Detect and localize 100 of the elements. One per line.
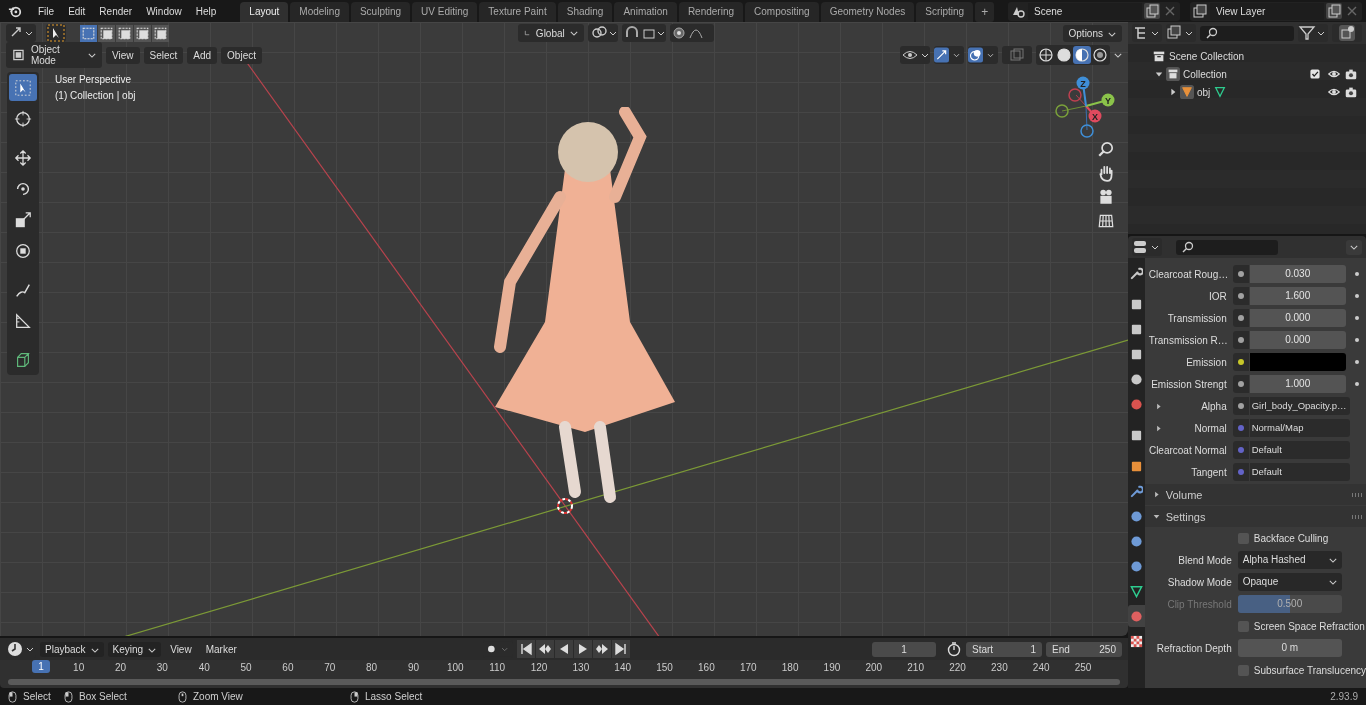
- number-field[interactable]: 0.000: [1249, 331, 1346, 349]
- linked-input-field[interactable]: Girl_body_Opacity.p…: [1249, 397, 1350, 415]
- blender-logo-icon[interactable]: [8, 4, 22, 18]
- negative-axis-handle[interactable]: [1080, 124, 1094, 138]
- checkbox-option[interactable]: Screen Space Refraction: [1237, 620, 1365, 632]
- socket-button[interactable]: [1232, 265, 1249, 283]
- dropdown-field[interactable]: Opaque: [1237, 573, 1342, 591]
- play-reverse-icon[interactable]: [555, 640, 574, 658]
- expand-arrow-icon[interactable]: [1154, 424, 1162, 432]
- expand-arrow-icon[interactable]: [1155, 70, 1163, 78]
- gizmo-toggle-icon[interactable]: [934, 46, 964, 64]
- outliner-search-field[interactable]: [1200, 25, 1294, 41]
- editor-type-icon[interactable]: [1132, 238, 1162, 256]
- stopwatch-icon[interactable]: [946, 641, 962, 657]
- snap-magnet-icon[interactable]: [621, 24, 666, 42]
- viewport-menu[interactable]: Add: [187, 46, 218, 64]
- selection-mode-icon[interactable]: [152, 24, 169, 42]
- timeline-menu[interactable]: Playback: [40, 641, 104, 657]
- workspace-tab[interactable]: Shading: [557, 2, 613, 22]
- linked-input-field[interactable]: Normal/Map: [1249, 419, 1350, 437]
- color-swatch[interactable]: [1249, 353, 1346, 371]
- socket-button[interactable]: [1232, 331, 1249, 349]
- play-icon[interactable]: [574, 640, 593, 658]
- keyframe-dot-icon[interactable]: [1354, 294, 1359, 298]
- properties-search-field[interactable]: [1176, 239, 1278, 255]
- clock-icon[interactable]: [6, 640, 36, 658]
- image-stack-icon[interactable]: [1192, 3, 1208, 19]
- negative-axis-handle[interactable]: [1055, 104, 1069, 118]
- shading-mode-button[interactable]: [1091, 46, 1109, 64]
- transform-pivot-icon[interactable]: [6, 24, 36, 42]
- negative-axis-handle[interactable]: [1068, 88, 1082, 102]
- keyframe-dot-icon[interactable]: [1354, 316, 1359, 320]
- filter-icon[interactable]: [1298, 24, 1328, 42]
- keyframe-dot-icon[interactable]: [1354, 338, 1359, 342]
- scene-field[interactable]: Scene: [1028, 2, 1142, 20]
- start-frame-field[interactable]: Start 1: [966, 641, 1042, 657]
- current-frame-field[interactable]: 1: [872, 641, 936, 657]
- options-dropdown[interactable]: Options: [1062, 24, 1122, 42]
- workspace-tab[interactable]: Sculpting: [350, 2, 411, 22]
- panel-header[interactable]: Volume: [1144, 484, 1366, 505]
- checkbox-option[interactable]: Backface Culling: [1237, 532, 1329, 544]
- outliner-item[interactable]: Collection: [1183, 68, 1227, 80]
- z-axis-handle[interactable]: Z: [1076, 76, 1090, 107]
- number-field[interactable]: 1.600: [1249, 287, 1346, 305]
- workspace-tab[interactable]: Scripting: [916, 2, 974, 22]
- expand-arrow-icon[interactable]: [1169, 88, 1177, 96]
- end-frame-field[interactable]: End 250: [1046, 641, 1122, 657]
- shading-mode-button[interactable]: [1055, 46, 1073, 64]
- workspace-tab[interactable]: Compositing: [745, 2, 819, 22]
- number-field[interactable]: 0 m: [1237, 639, 1342, 657]
- selection-mode-icon[interactable]: [98, 24, 115, 42]
- number-field[interactable]: 1.000: [1249, 375, 1346, 393]
- mode-dropdown[interactable]: Object Mode: [6, 42, 102, 68]
- keyframe-dot-icon[interactable]: [1354, 272, 1359, 276]
- linked-input-field[interactable]: Default: [1249, 441, 1350, 459]
- previous-keyframe-icon[interactable]: [536, 640, 555, 658]
- chevron-down-icon[interactable]: [1114, 52, 1122, 58]
- outliner-item[interactable]: Scene Collection: [1169, 50, 1245, 62]
- display-mode-icon[interactable]: [1166, 24, 1196, 42]
- viewport-menu[interactable]: Object: [221, 46, 262, 64]
- grid-icon[interactable]: [1097, 212, 1115, 230]
- checkbox[interactable]: [1310, 69, 1320, 79]
- copy-icon[interactable]: [1326, 3, 1342, 19]
- camera-icon[interactable]: [1344, 85, 1358, 99]
- y-axis-handle[interactable]: Y: [1085, 93, 1115, 107]
- jump-end-icon[interactable]: [612, 640, 631, 658]
- dropdown-button[interactable]: [1346, 239, 1362, 255]
- dropdown-field[interactable]: Alpha Hashed: [1237, 551, 1342, 569]
- number-field[interactable]: 0.000: [1249, 309, 1346, 327]
- pivot-link-icon[interactable]: [587, 24, 618, 42]
- shading-mode-button[interactable]: [1037, 46, 1055, 64]
- copy-icon[interactable]: [1144, 3, 1160, 19]
- menu-item[interactable]: Edit: [62, 2, 92, 20]
- selection-mode-icon[interactable]: [134, 24, 151, 42]
- proportional-edit-icon[interactable]: [669, 24, 714, 42]
- playhead-frame[interactable]: 1: [32, 660, 50, 673]
- view-layer-field[interactable]: View Layer: [1210, 2, 1324, 20]
- mesh-data-icon[interactable]: [1213, 85, 1228, 99]
- workspace-tab[interactable]: UV Editing: [412, 2, 478, 22]
- workspace-tab[interactable]: Layout: [240, 2, 289, 22]
- workspace-tab[interactable]: Animation: [614, 2, 677, 22]
- camera-icon[interactable]: [1097, 188, 1115, 206]
- menu-item[interactable]: Render: [93, 2, 139, 20]
- workspace-tab[interactable]: Geometry Nodes: [820, 2, 915, 22]
- menu-item[interactable]: File: [32, 2, 61, 20]
- visibility-icon[interactable]: [900, 46, 930, 64]
- viewport-menu[interactable]: Select: [143, 46, 184, 64]
- overlay-toggle-icon[interactable]: [968, 46, 998, 64]
- socket-button[interactable]: [1232, 309, 1249, 327]
- outliner-tree-icon[interactable]: [1132, 24, 1162, 42]
- linked-input-field[interactable]: Default: [1249, 463, 1350, 481]
- panel-header[interactable]: Settings: [1144, 506, 1366, 527]
- workspace-tab[interactable]: Rendering: [678, 2, 744, 22]
- menu-item[interactable]: Help: [189, 2, 223, 20]
- socket-button[interactable]: [1232, 287, 1249, 305]
- selection-mode-icon[interactable]: [116, 24, 133, 42]
- timeline-menu[interactable]: Marker: [200, 641, 242, 657]
- socket-button[interactable]: [1232, 375, 1249, 393]
- timeline-scrollbar[interactable]: [8, 679, 1120, 685]
- orientation-dropdown[interactable]: Global: [517, 24, 584, 42]
